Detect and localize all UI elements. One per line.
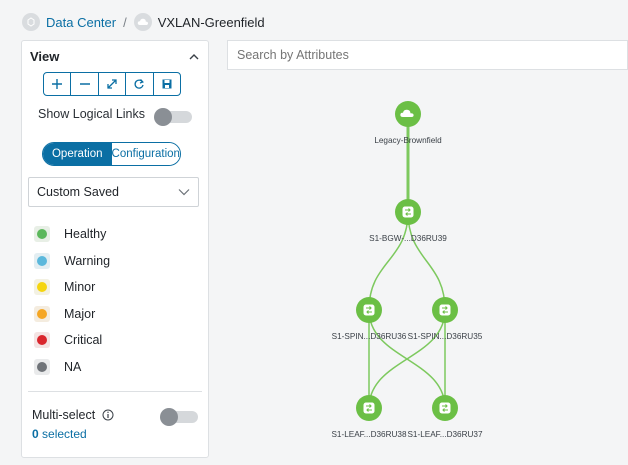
data-center-icon	[22, 13, 40, 31]
breadcrumb: Data Center / VXLAN-Greenfield	[22, 10, 265, 34]
multiselect-label: Multi-select	[32, 408, 96, 422]
node-spine2[interactable]: S1-SPIN...D36RU35	[408, 297, 483, 341]
tab-operation[interactable]: Operation	[43, 143, 112, 165]
refresh-icon	[134, 79, 145, 89]
legend-label: Healthy	[64, 227, 107, 242]
zoom-out-button[interactable]	[71, 73, 99, 95]
zoom-in-icon	[52, 79, 63, 89]
search-attributes-input[interactable]	[227, 40, 628, 70]
fabric-cloud-icon	[133, 13, 152, 31]
fit-to-screen-icon	[107, 79, 117, 89]
fit-to-screen-button[interactable]	[99, 73, 127, 95]
breadcrumb-data-center-link[interactable]: Data Center	[46, 15, 116, 30]
legend-label: Critical	[64, 333, 103, 348]
toggle-knob	[154, 108, 172, 126]
show-logical-links-toggle[interactable]	[154, 108, 192, 126]
refresh-button[interactable]	[126, 73, 154, 95]
switch-icon	[402, 206, 414, 218]
switch-icon	[363, 402, 375, 414]
link-bgw-spine1[interactable]	[368, 211, 409, 311]
zoom-out-icon	[79, 83, 90, 85]
node-bgw[interactable]: S1-BGW-...D36RU39	[369, 199, 447, 243]
node-label: S1-BGW-...D36RU39	[369, 234, 447, 243]
node-label: S1-SPIN...D36RU36	[332, 332, 407, 341]
toggle-knob	[160, 408, 178, 426]
status-dot-icon	[34, 279, 50, 296]
save-layout-icon	[162, 79, 172, 89]
node-label: Legacy-Brownfield	[374, 136, 442, 145]
tab-configuration[interactable]: Configuration	[111, 143, 180, 165]
selected-count-number: 0	[32, 427, 39, 441]
chevron-down-icon	[178, 189, 190, 196]
show-logical-links-label: Show Logical Links	[38, 107, 146, 121]
legend-item-critical: Critical	[34, 327, 110, 354]
switch-icon	[363, 304, 375, 316]
switch-icon	[439, 304, 451, 316]
node-label: S1-LEAF...D36RU37	[407, 430, 483, 439]
layout-dropdown[interactable]: Custom Saved	[28, 177, 199, 207]
status-dot-icon	[34, 252, 50, 269]
node-label: S1-LEAF...D36RU38	[331, 430, 407, 439]
selected-count: 0 selected	[32, 427, 87, 441]
node-leaf1[interactable]: S1-LEAF...D36RU38	[331, 395, 407, 439]
legend-item-major: Major	[34, 301, 110, 328]
legend-item-healthy: Healthy	[34, 221, 110, 248]
status-legend: Healthy Warning Minor Major Critical NA	[34, 221, 110, 380]
breadcrumb-current: VXLAN-Greenfield	[157, 14, 265, 30]
node-cloud[interactable]: Legacy-Brownfield	[374, 101, 442, 145]
breadcrumb-separator: /	[123, 14, 127, 30]
status-dot-icon	[34, 226, 50, 243]
chevron-up-icon[interactable]	[187, 50, 201, 64]
node-leaf2[interactable]: S1-LEAF...D36RU37	[407, 395, 483, 439]
view-panel-title: View	[30, 49, 60, 64]
view-panel: View Show Logical Links Operation Config…	[21, 40, 209, 458]
save-layout-button[interactable]	[154, 73, 180, 95]
legend-item-na: NA	[34, 354, 110, 381]
link-bgw-spine2[interactable]	[407, 211, 446, 311]
status-dot-icon	[34, 332, 50, 349]
node-label: S1-SPIN...D36RU35	[408, 332, 483, 341]
status-dot-icon	[34, 305, 50, 322]
link-spine2-leaf1[interactable]	[368, 309, 446, 409]
topology-canvas[interactable]: Legacy-Brownfield S1-BGW-...D36RU39 S1-SPI…	[227, 74, 628, 465]
selected-count-suffix: selected	[38, 427, 87, 441]
legend-label: Warning	[64, 253, 111, 268]
mode-segmented-control: Operation Configuration	[42, 142, 181, 166]
legend-item-warning: Warning	[34, 248, 110, 275]
node-spine1[interactable]: S1-SPIN...D36RU36	[332, 297, 407, 341]
switch-icon	[439, 402, 451, 414]
info-icon[interactable]	[102, 409, 114, 421]
view-toolbar	[43, 72, 181, 96]
multiselect-toggle[interactable]	[160, 408, 198, 426]
legend-item-minor: Minor	[34, 274, 110, 301]
zoom-in-button[interactable]	[44, 73, 72, 95]
panel-divider	[28, 391, 202, 392]
multiselect-row: Multi-select	[32, 408, 114, 422]
legend-label: Major	[64, 306, 96, 321]
status-dot-icon	[34, 358, 50, 375]
legend-label: Minor	[64, 280, 96, 295]
legend-label: NA	[64, 359, 82, 374]
layout-dropdown-value: Custom Saved	[37, 185, 119, 199]
